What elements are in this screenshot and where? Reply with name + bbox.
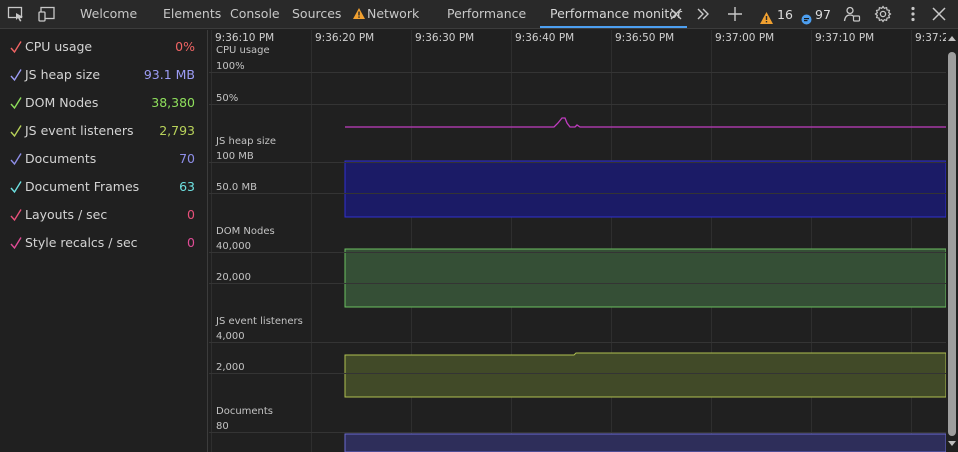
chart-title-dom-nodes: DOM Nodes: [216, 226, 275, 237]
settings-icon[interactable]: [872, 4, 894, 24]
gridline: [209, 162, 946, 163]
metric-label: JS heap size: [25, 67, 101, 82]
metric-js-heap-size[interactable]: JS heap size 93.1 MB: [0, 64, 208, 92]
metric-label: JS event listeners: [25, 123, 134, 138]
metric-label: Document Frames: [25, 179, 140, 194]
warnings-badge[interactable]: [760, 9, 773, 28]
gridline-label: 80: [216, 421, 229, 432]
more-options-icon[interactable]: [902, 4, 924, 24]
tab-performance-monitor[interactable]: Performance monitor: [550, 0, 682, 29]
metric-value: 0: [187, 235, 195, 250]
metric-label: CPU usage: [25, 39, 93, 54]
metric-label: DOM Nodes: [25, 95, 99, 110]
metric-value: 93.1 MB: [143, 67, 195, 82]
tab-network[interactable]: Network: [353, 0, 419, 29]
vertical-scrollbar[interactable]: [946, 30, 958, 452]
device-toolbar-icon[interactable]: [36, 4, 58, 24]
checkmark-icon[interactable]: [10, 96, 22, 110]
feedback-icon[interactable]: [841, 4, 863, 24]
tab-performance[interactable]: Performance: [447, 0, 526, 29]
metric-layouts-per-sec[interactable]: Layouts / sec 0: [0, 204, 208, 232]
checkmark-icon[interactable]: [10, 236, 22, 250]
gridline-label: 20,000: [216, 272, 251, 283]
metric-value: 0: [187, 207, 195, 222]
metric-js-event-listeners[interactable]: JS event listeners 2,793: [0, 120, 208, 148]
metric-style-recalcs-per-sec[interactable]: Style recalcs / sec 0: [0, 232, 208, 260]
gridline-label: 100 MB: [216, 151, 254, 162]
tab-elements[interactable]: Elements: [163, 0, 221, 29]
gridline: [209, 193, 946, 194]
gridline: [209, 342, 946, 343]
gridline-label: 40,000: [216, 241, 251, 252]
warning-icon: [760, 12, 773, 24]
charts-plot-area: [344, 117, 946, 452]
metric-value: 70: [179, 151, 195, 166]
gridline-label: 2,000: [216, 362, 245, 373]
metric-document-frames[interactable]: Document Frames 63: [0, 176, 208, 204]
tab-console[interactable]: Console: [230, 0, 280, 29]
scroll-down-arrow-icon[interactable]: [948, 441, 956, 446]
gridline: [209, 373, 946, 374]
metric-cpu-usage[interactable]: CPU usage 0%: [0, 36, 208, 64]
more-tabs-icon[interactable]: [692, 4, 714, 24]
gridline-label: 4,000: [216, 331, 245, 342]
checkmark-icon[interactable]: [10, 208, 22, 222]
warning-icon: [353, 8, 365, 19]
checkmark-icon[interactable]: [10, 152, 22, 166]
tab-welcome[interactable]: Welcome: [80, 0, 137, 29]
chart-title-documents: Documents: [216, 406, 274, 417]
metric-value: 63: [179, 179, 195, 194]
checkmark-icon[interactable]: [10, 124, 22, 138]
gridline: [209, 252, 946, 253]
metric-label: Layouts / sec: [25, 207, 108, 222]
cpu-usage-series: [345, 117, 946, 128]
metrics-sidebar: CPU usage 0% JS heap size 93.1 MB DOM No…: [0, 30, 208, 452]
gridline: [209, 104, 946, 105]
chart-title-js-event-listeners: JS event listeners: [216, 316, 303, 327]
gridline: [209, 283, 946, 284]
metric-value: 2,793: [159, 123, 195, 138]
issues-icon: [801, 14, 812, 25]
metric-value: 38,380: [151, 95, 195, 110]
checkmark-icon[interactable]: [10, 180, 22, 194]
close-devtools-icon[interactable]: [928, 4, 950, 24]
metric-label: Style recalcs / sec: [25, 235, 138, 250]
inspect-element-icon[interactable]: [5, 4, 27, 24]
issues-badge[interactable]: [801, 10, 812, 29]
devtools-toolbar: Welcome Elements Console Sources Network…: [0, 0, 958, 29]
checkmark-icon[interactable]: [10, 40, 22, 54]
metric-label: Documents: [25, 151, 97, 166]
gridline: [209, 72, 946, 73]
js-heap-size-series: [344, 160, 946, 218]
dom-nodes-series: [344, 248, 946, 308]
chart-title-js-heap-size: JS heap size: [216, 136, 277, 147]
close-tab-icon[interactable]: [665, 4, 687, 24]
issues-count: 97: [815, 7, 831, 22]
gridline-label: 100%: [216, 61, 245, 72]
add-tab-icon[interactable]: [724, 4, 746, 24]
gridline-label: 50.0 MB: [216, 182, 257, 193]
metric-documents[interactable]: Documents 70: [0, 148, 208, 176]
scroll-up-arrow-icon[interactable]: [948, 36, 956, 41]
tab-sources[interactable]: Sources: [292, 0, 341, 29]
gridline-label: 50%: [216, 93, 239, 104]
tab-network-label: Network: [367, 6, 420, 21]
gridline: [209, 432, 946, 433]
metric-value: 0%: [175, 39, 195, 54]
documents-series: [344, 433, 946, 452]
scrollbar-thumb[interactable]: [948, 52, 956, 436]
js-event-listeners-series: [344, 352, 946, 398]
metric-dom-nodes[interactable]: DOM Nodes 38,380: [0, 92, 208, 120]
checkmark-icon[interactable]: [10, 68, 22, 82]
active-tab-indicator: [540, 26, 687, 28]
warnings-count: 16: [777, 7, 793, 22]
chart-title-cpu-usage: CPU usage: [216, 45, 270, 56]
performance-charts: 9:36:10 PM 9:36:20 PM 9:36:30 PM 9:36:40…: [209, 30, 946, 452]
